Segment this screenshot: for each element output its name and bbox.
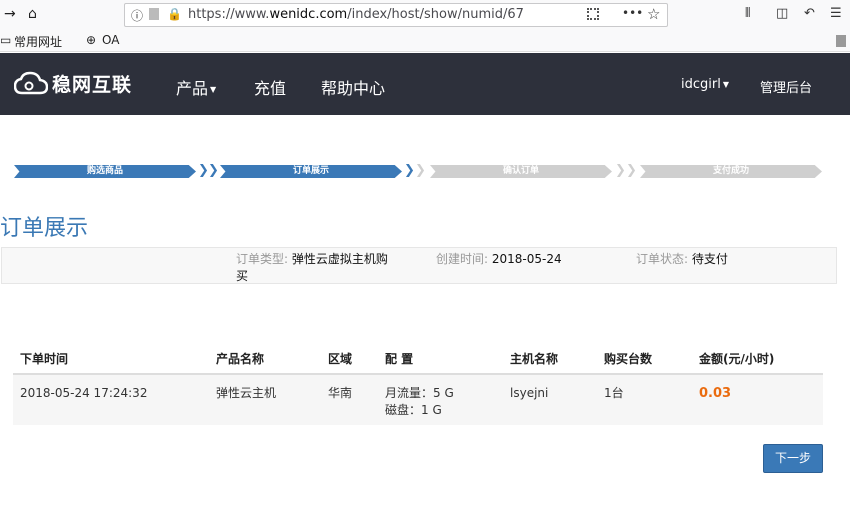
- logo-text: 稳网互联: [52, 74, 133, 96]
- created-time-value: 2018-05-24: [491, 252, 562, 266]
- order-status-label: 订单状态:: [636, 252, 689, 266]
- bookmarks-bar: ▭ 常用网址 ⊕ OA: [0, 30, 850, 52]
- nav-recharge[interactable]: 充值: [254, 75, 286, 99]
- order-info-box: 订单类型: 弹性云虚拟主机购 买 创建时间: 2018-05-24 订单状态: …: [1, 247, 837, 284]
- lock-icon[interactable]: 🔒: [167, 7, 182, 21]
- logo[interactable]: 稳网互联: [14, 70, 132, 97]
- nav-products[interactable]: 产品 ▼: [176, 75, 216, 99]
- cell-host: lsyejni: [510, 386, 549, 400]
- col-header-amount: 金额(元/小时): [699, 352, 775, 366]
- cloud-logo-icon: [14, 71, 48, 94]
- cell-count: 1台: [604, 386, 624, 400]
- order-status-value: 待支付: [691, 252, 728, 266]
- url-text[interactable]: https://www.wenidc.com/index/host/show/n…: [188, 7, 524, 22]
- bookmark-common-sites[interactable]: 常用网址: [14, 33, 62, 50]
- admin-link[interactable]: 管理后台: [760, 77, 812, 96]
- info-icon[interactable]: ⓘ: [131, 7, 143, 24]
- order-type-value-cont: 买: [236, 269, 249, 283]
- overflow-icon[interactable]: [836, 35, 846, 47]
- cell-config: 月流量：5 G 磁盘：1 G: [385, 385, 454, 419]
- page-icon: [149, 8, 159, 20]
- order-type: 订单类型: 弹性云虚拟主机购 买: [236, 251, 388, 285]
- created-time: 创建时间: 2018-05-24: [436, 251, 562, 268]
- menu-icon[interactable]: ☰: [830, 6, 842, 21]
- cell-order-time: 2018-05-24 17:24:32: [20, 386, 148, 400]
- bookmark-folder-icon: ▭: [0, 33, 12, 47]
- next-step-button[interactable]: 下一步: [763, 444, 823, 473]
- page-title: 订单展示: [0, 216, 89, 241]
- address-bar[interactable]: ⓘ 🔒 https://www.wenidc.com/index/host/sh…: [124, 3, 668, 27]
- caret-down-icon: ▼: [722, 80, 729, 89]
- step-select-goods: 购选商品: [14, 165, 196, 178]
- order-type-label: 订单类型:: [236, 252, 289, 266]
- progress-steps: 购选商品 ❯ ❯ 订单展示 ❯ ❯ 确认订单 ❯ ❯ 支付成功: [0, 163, 850, 179]
- step-confirm-order: 确认订单: [430, 165, 612, 178]
- chevron-right-icon: ❯: [415, 163, 426, 178]
- step-order-display: 订单展示: [220, 165, 402, 178]
- col-header-order-time: 下单时间: [20, 352, 69, 366]
- config-disk: 磁盘：1 G: [385, 403, 442, 417]
- undo-icon[interactable]: ↶: [804, 6, 815, 21]
- created-time-label: 创建时间:: [436, 252, 489, 266]
- user-menu[interactable]: idcgirl ▼: [681, 77, 729, 92]
- bookmark-star-icon[interactable]: ☆: [647, 5, 660, 23]
- chevron-right-icon: ❯: [208, 163, 219, 178]
- order-type-value: 弹性云虚拟主机购: [291, 252, 388, 266]
- qr-code-icon[interactable]: [587, 8, 599, 20]
- col-header-host: 主机名称: [510, 352, 559, 366]
- cell-amount: 0.03: [699, 386, 732, 401]
- cell-region: 华南: [328, 386, 353, 400]
- bookmark-oa[interactable]: OA: [102, 33, 119, 47]
- col-header-product: 产品名称: [216, 352, 265, 366]
- cell-product: 弹性云主机: [216, 386, 277, 400]
- site-header: 稳网互联 产品 ▼ 充值 帮助中心 idcgirl ▼ 管理后台: [0, 53, 850, 115]
- library-icon[interactable]: ⫴: [745, 6, 750, 21]
- step-payment-success: 支付成功: [640, 165, 822, 178]
- page-actions-icon[interactable]: •••: [622, 6, 643, 20]
- caret-down-icon: ▼: [210, 85, 217, 94]
- sidebar-icon[interactable]: ◫: [776, 6, 788, 21]
- table-row: 2018-05-24 17:24:32 弹性云主机 华南 月流量：5 G 磁盘：…: [13, 375, 823, 425]
- home-icon[interactable]: ⌂: [28, 5, 37, 23]
- globe-icon: ⊕: [86, 33, 97, 47]
- forward-arrow-icon[interactable]: →: [4, 5, 16, 23]
- chevron-right-icon: ❯: [626, 163, 637, 178]
- nav-help-center[interactable]: 帮助中心: [321, 75, 385, 99]
- chevron-right-icon: ❯: [615, 163, 626, 178]
- browser-toolbar: → ⌂ ⓘ 🔒 https://www.wenidc.com/index/hos…: [0, 0, 850, 30]
- config-traffic: 月流量：5 G: [385, 386, 454, 400]
- col-header-region: 区域: [328, 352, 353, 366]
- col-header-config: 配 置: [385, 352, 414, 366]
- col-header-count: 购买台数: [604, 352, 653, 366]
- chevron-right-icon: ❯: [404, 163, 415, 178]
- order-status: 订单状态: 待支付: [636, 251, 728, 268]
